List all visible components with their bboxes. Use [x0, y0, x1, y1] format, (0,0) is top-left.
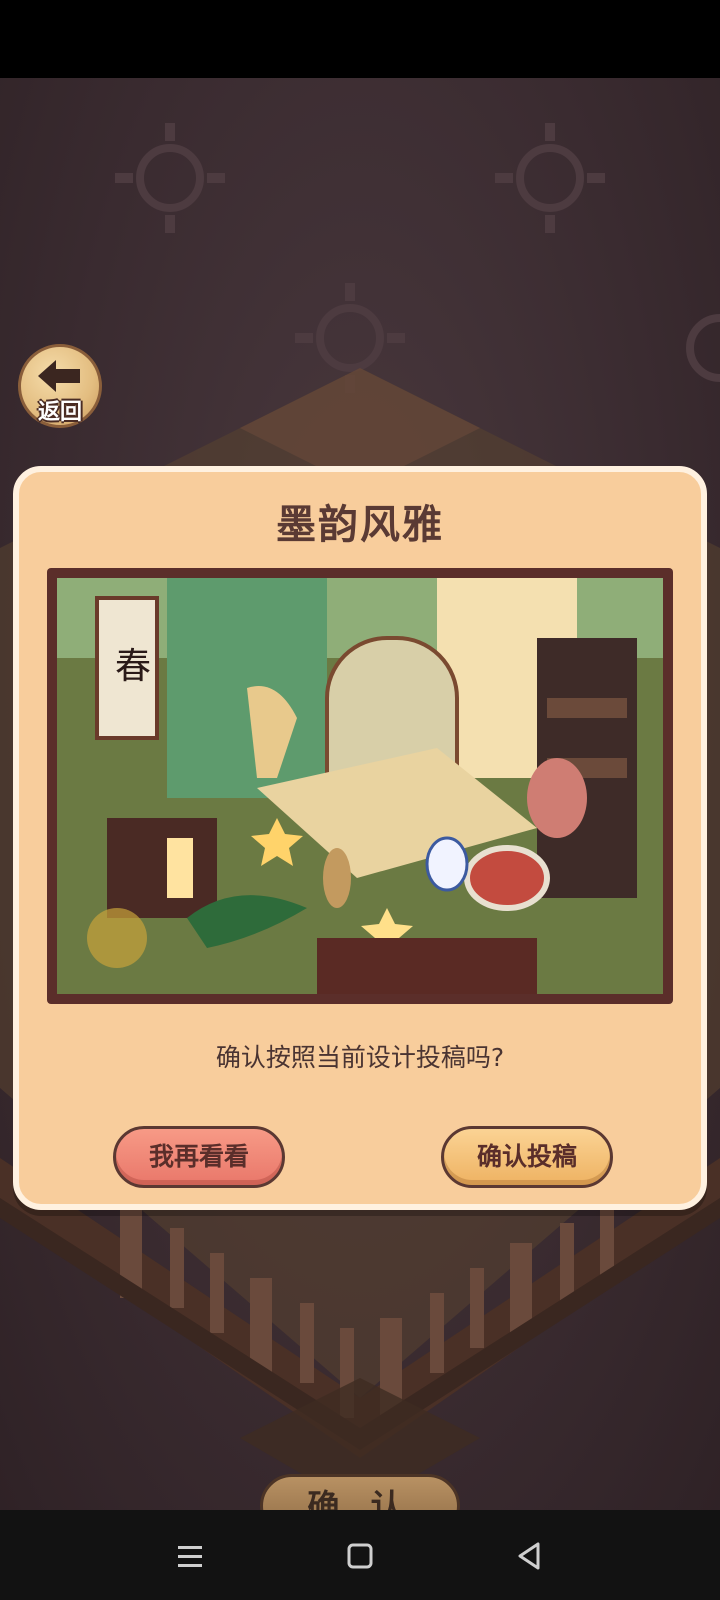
back-button[interactable]: 返回 — [16, 342, 104, 430]
dialog-title: 墨韵风雅 — [276, 502, 444, 548]
confirm-submit-button[interactable]: 确认投稿 — [441, 1126, 613, 1188]
cancel-button[interactable]: 我再看看 — [113, 1126, 285, 1188]
menu-icon[interactable] — [168, 1534, 212, 1578]
confirm-question: 确认按照当前设计投稿吗? — [215, 1043, 505, 1072]
status-bar — [0, 0, 720, 78]
svg-text:春: 春 — [115, 646, 151, 687]
back-triangle-icon[interactable] — [508, 1534, 552, 1578]
home-icon[interactable] — [338, 1534, 382, 1578]
back-label: 返回 — [37, 400, 82, 425]
submit-dialog: 墨韵风雅 春 确认按照当前设计投稿吗? 我再看看 确认投稿 — [13, 466, 707, 1210]
system-nav-bar — [0, 1510, 720, 1600]
left-arrow-icon — [38, 360, 80, 392]
room-illustration: 春 — [57, 578, 663, 994]
design-preview-image: 春 — [47, 568, 673, 1004]
